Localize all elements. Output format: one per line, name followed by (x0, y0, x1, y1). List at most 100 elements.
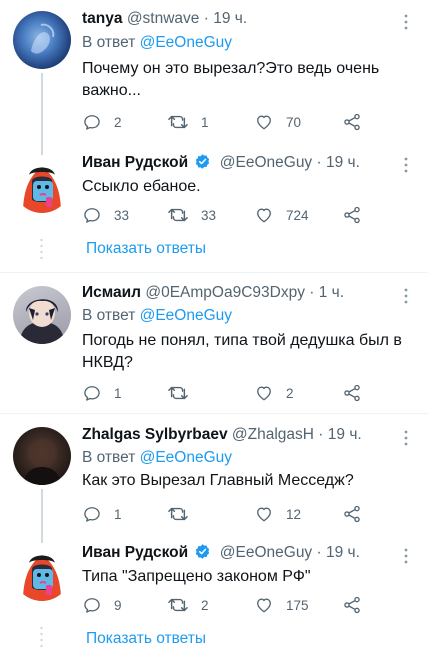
avatar-art (13, 155, 71, 213)
tweet-actions: 1 2 (82, 383, 372, 403)
avatar[interactable] (13, 427, 71, 485)
author-handle[interactable]: @ZhalgasH (232, 426, 314, 443)
tweet-actions: 2 1 70 (82, 112, 372, 132)
thread-dotted-line (40, 625, 43, 649)
like-count: 12 (286, 506, 302, 522)
tweet-actions: 9 2 175 (82, 595, 372, 615)
timestamp[interactable]: 1 ч. (319, 284, 344, 301)
retweet-count: 2 (201, 597, 209, 613)
author-name[interactable]: Иван Рудской (82, 544, 188, 561)
tweet-1[interactable]: tanya @stnwave · 19 ч. В ответ @EeOneGuy… (0, 0, 428, 155)
reply-context: В ответ @EeOneGuy (82, 306, 232, 326)
tweet-3[interactable]: Исмаил @0EAmpOa9C93Dxpy · 1 ч. В ответ @… (0, 273, 428, 413)
reply-button[interactable]: 1 (82, 504, 122, 524)
tweet-header: Исмаил @0EAmpOa9C93Dxpy · 1 ч. (82, 283, 344, 303)
verified-badge-icon (196, 544, 210, 559)
avatar[interactable] (13, 11, 71, 69)
share-button[interactable] (342, 205, 362, 225)
reply-button[interactable]: 33 (82, 205, 129, 225)
more-icon[interactable] (403, 548, 409, 564)
reply-icon (84, 507, 100, 522)
share-button[interactable] (342, 383, 362, 403)
like-icon (257, 208, 271, 223)
reply-mention-link[interactable]: @EeOneGuy (140, 449, 232, 466)
avatar[interactable] (13, 155, 71, 213)
tweet-text: Как это Вырезал Главный Месседж? (82, 472, 354, 489)
reply-count: 33 (114, 207, 130, 223)
separator-dot: · (203, 10, 209, 27)
show-replies-link[interactable]: Показать ответы (86, 239, 206, 259)
avatar-art (19, 299, 65, 344)
show-replies-link[interactable]: Показать ответы (86, 629, 206, 649)
timestamp[interactable]: 19 ч. (326, 154, 360, 171)
retweet-button[interactable]: 2 (167, 595, 209, 615)
retweet-count: 1 (201, 114, 209, 130)
retweet-button[interactable] (167, 504, 201, 524)
reply-icon (84, 598, 100, 613)
author-handle[interactable]: @stnwave (127, 10, 200, 27)
like-button[interactable]: 724 (254, 205, 309, 225)
tweet-text: Ссыкло ебаное. (82, 178, 201, 195)
retweet-icon (168, 208, 188, 222)
reply-icon (84, 386, 100, 401)
reply-button[interactable]: 9 (82, 595, 122, 615)
author-handle[interactable]: @0EAmpOa9C93Dxpy (145, 284, 305, 301)
tweet-text: Почему он это вырезал?Это ведь очень важ… (82, 60, 380, 99)
author-name[interactable]: Иван Рудской (82, 154, 188, 171)
tweet-2[interactable]: Иван Рудской @EeOneGuy · 19 ч. Ссыкло еб… (0, 140, 428, 270)
timestamp[interactable]: 19 ч. (326, 544, 360, 561)
reply-mention-link[interactable]: @EeOneGuy (140, 307, 232, 324)
like-count: 724 (286, 207, 309, 223)
like-count: 175 (286, 597, 309, 613)
share-button[interactable] (342, 595, 362, 615)
author-name[interactable]: Исмаил (82, 284, 141, 301)
reply-button[interactable]: 1 (82, 383, 122, 403)
more-icon[interactable] (403, 430, 409, 446)
tweet-header: Zhalgas Sylbyrbaev @ZhalgasH · 19 ч. (82, 425, 362, 445)
like-icon (257, 386, 271, 401)
like-icon (257, 507, 271, 522)
avatar[interactable] (13, 286, 71, 344)
more-icon[interactable] (403, 157, 409, 173)
author-handle[interactable]: @EeOneGuy (220, 544, 312, 561)
reply-context: В ответ @EeOneGuy (82, 448, 232, 468)
reply-count: 1 (114, 506, 122, 522)
reply-mention-link[interactable]: @EeOneGuy (140, 34, 232, 51)
author-handle[interactable]: @EeOneGuy (220, 154, 312, 171)
more-icon[interactable] (403, 14, 409, 30)
like-button[interactable]: 12 (254, 504, 301, 524)
tweet-header: Иван Рудской @EeOneGuy · 19 ч. (82, 153, 360, 173)
reply-button[interactable]: 2 (82, 112, 122, 132)
thread-dotted-line (40, 237, 43, 259)
retweet-icon (168, 598, 188, 612)
share-icon (344, 113, 360, 131)
separator-dot: · (316, 154, 322, 171)
share-button[interactable] (342, 504, 362, 524)
more-icon[interactable] (403, 288, 409, 304)
reply-prefix: В ответ (82, 449, 136, 466)
retweet-button[interactable]: 1 (167, 112, 209, 132)
like-button[interactable]: 70 (254, 112, 301, 132)
share-icon (344, 206, 360, 224)
retweet-button[interactable] (167, 383, 201, 403)
like-button[interactable]: 175 (254, 595, 309, 615)
separator-dot: · (316, 544, 322, 561)
like-count: 2 (286, 385, 294, 401)
like-button[interactable]: 2 (254, 383, 294, 403)
tweet-5[interactable]: Иван Рудской @EeOneGuy · 19 ч. Типа "Зап… (0, 532, 428, 667)
author-name[interactable]: Zhalgas Sylbyrbaev (82, 426, 228, 443)
share-button[interactable] (342, 112, 362, 132)
reply-count: 2 (114, 114, 122, 130)
timestamp[interactable]: 19 ч. (213, 10, 247, 27)
author-name[interactable]: tanya (82, 10, 123, 27)
reply-prefix: В ответ (82, 307, 136, 324)
avatar[interactable] (13, 543, 71, 601)
reply-count: 1 (114, 385, 122, 401)
retweet-button[interactable]: 33 (167, 205, 216, 225)
retweet-icon (168, 115, 188, 129)
timestamp[interactable]: 19 ч. (328, 426, 362, 443)
tweet-4[interactable]: Zhalgas Sylbyrbaev @ZhalgasH · 19 ч. В о… (0, 414, 428, 549)
separator-dot: · (309, 284, 315, 301)
separator-dot: · (318, 426, 324, 443)
retweet-icon (168, 386, 188, 400)
